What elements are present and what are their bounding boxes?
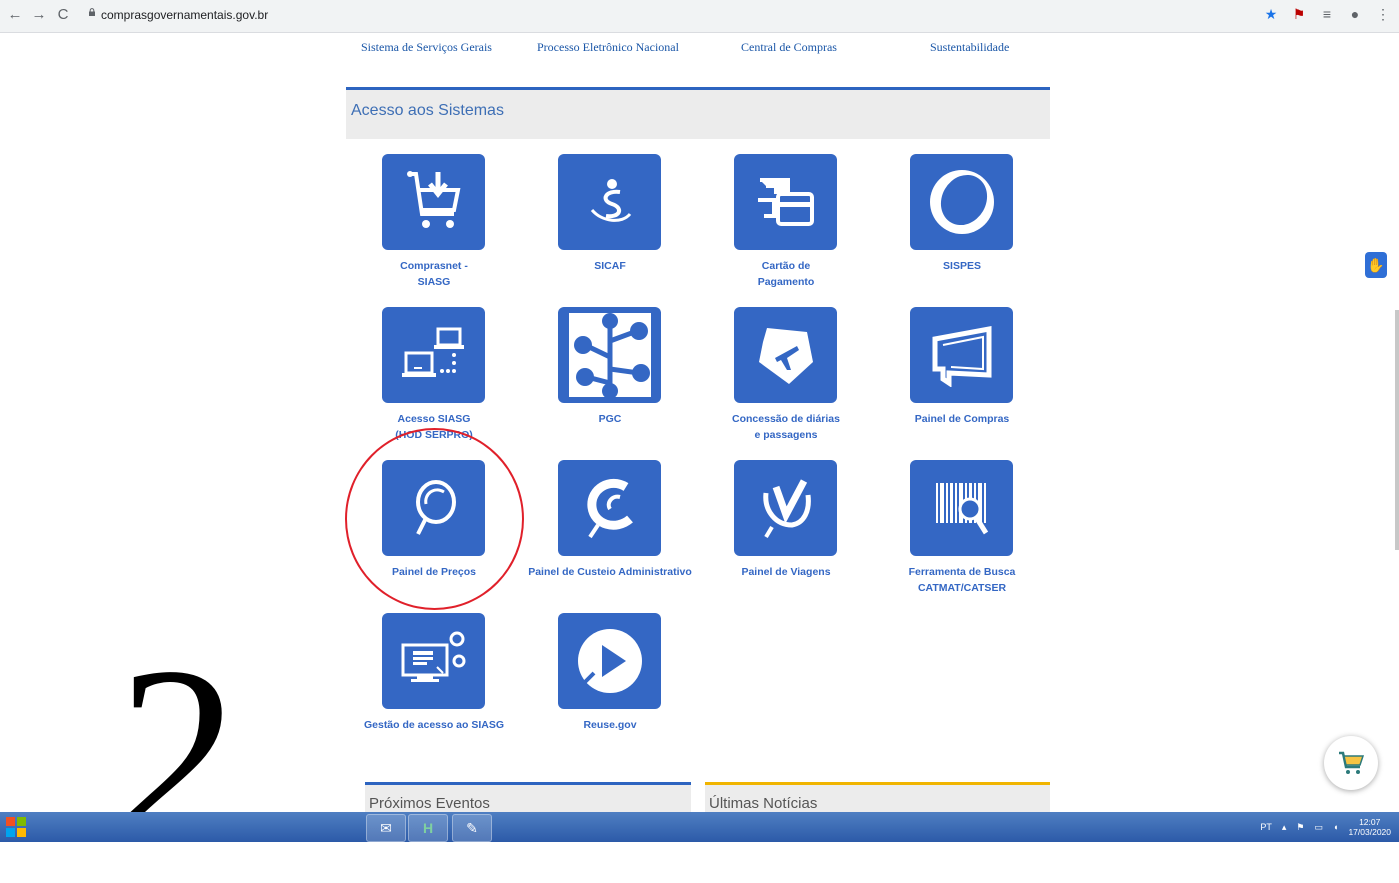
plane-badge-icon[interactable] xyxy=(734,307,837,403)
link-processo-eletronico[interactable]: Processo Eletrônico Nacional xyxy=(537,40,679,55)
proximos-eventos-title: Próximos Eventos xyxy=(369,795,490,812)
address-bar[interactable] xyxy=(86,5,1366,25)
cart-download-icon[interactable] xyxy=(382,154,485,250)
back-button[interactable]: ← xyxy=(6,6,24,24)
sispes-ring-icon[interactable] xyxy=(910,154,1013,250)
url-text: comprasgovernamentais.gov.br xyxy=(101,8,269,22)
sicaf-icon[interactable] xyxy=(558,154,661,250)
link-servicos-gerais[interactable]: Sistema de Serviços Gerais xyxy=(361,40,492,55)
gear-screen-icon[interactable] xyxy=(382,613,485,709)
viagens-icon[interactable] xyxy=(734,460,837,556)
start-icon[interactable] xyxy=(4,815,28,839)
section-title: Acesso aos Sistemas xyxy=(351,102,504,119)
menu-icon[interactable]: ⋮ xyxy=(1375,6,1391,22)
forward-button[interactable]: → xyxy=(30,6,48,24)
link-central-compras[interactable]: Central de Compras xyxy=(741,40,837,55)
clock-time: 12:07 xyxy=(1359,817,1381,827)
tile-label[interactable]: Reuse.gov xyxy=(522,717,698,733)
link-sustentabilidade[interactable]: Sustentabilidade xyxy=(930,40,1009,55)
tray-network-icon[interactable]: ▭ xyxy=(1315,822,1324,833)
proximos-eventos-header: Próximos Eventos xyxy=(365,782,691,815)
cart-float-button[interactable] xyxy=(1324,736,1378,790)
panel-screen-icon[interactable] xyxy=(910,307,1013,403)
tile-label[interactable]: Ferramenta de Busca CATMAT/CATSER xyxy=(874,564,1050,596)
card-payment-icon[interactable] xyxy=(734,154,837,250)
tile-label[interactable]: Comprasnet - SIASG xyxy=(346,258,522,290)
system-tray: PT ▴ ⚑ ▭ ◖ 12:07 17/03/2020 xyxy=(1260,815,1391,839)
taskbar-app-scanner-icon[interactable]: ✉ xyxy=(366,814,406,842)
custeio-icon[interactable] xyxy=(558,460,661,556)
tile-label[interactable]: SISPES xyxy=(874,258,1050,274)
tile-label[interactable]: Painel de Custeio Administrativo xyxy=(522,564,698,580)
tray-volume-icon[interactable]: ◖ xyxy=(1333,822,1338,832)
tile-label[interactable]: Cartão de Pagamento xyxy=(698,258,874,290)
clock-date: 17/03/2020 xyxy=(1348,827,1391,837)
accessibility-hand-icon[interactable]: ✋ xyxy=(1365,252,1387,278)
windows-taskbar: ✉ H ✎ PT ▴ ⚑ ▭ ◖ 12:07 17/03/2020 xyxy=(0,812,1399,842)
cart-icon xyxy=(1339,751,1365,774)
ultimas-noticias-title: Últimas Notícias xyxy=(709,795,818,812)
pgc-tree-icon[interactable] xyxy=(558,307,661,403)
taskbar-app-h-icon[interactable]: H xyxy=(408,814,448,842)
taskbar-app-paint-icon[interactable]: ✎ xyxy=(452,814,492,842)
tray-arrow-icon[interactable]: ▴ xyxy=(1282,822,1287,833)
pdf-extension-icon[interactable]: ⚑ xyxy=(1291,6,1307,22)
ultimas-noticias-header: Últimas Notícias xyxy=(705,782,1050,815)
profile-icon[interactable]: ● xyxy=(1347,6,1363,22)
reading-list-icon[interactable]: ≡ xyxy=(1319,6,1335,22)
annotation-circle xyxy=(345,428,524,610)
tile-label[interactable]: Concessão de diárias e passagens xyxy=(698,411,874,443)
tile-label[interactable]: PGC xyxy=(522,411,698,427)
scrollbar-thumb[interactable] xyxy=(1395,310,1399,550)
top-links: Sistema de Serviços Gerais Processo Elet… xyxy=(346,40,1050,60)
tray-flag-icon[interactable]: ⚑ xyxy=(1296,822,1304,833)
barcode-search-icon[interactable] xyxy=(910,460,1013,556)
clock[interactable]: 12:07 17/03/2020 xyxy=(1348,817,1391,837)
play-icon[interactable] xyxy=(558,613,661,709)
lock-icon xyxy=(89,8,95,16)
bookmark-star-icon[interactable]: ★ xyxy=(1263,6,1279,22)
tile-label[interactable]: Gestão de acesso ao SIASG xyxy=(346,717,522,733)
section-header: Acesso aos Sistemas xyxy=(346,87,1050,139)
language-indicator[interactable]: PT xyxy=(1260,822,1272,832)
network-computers-icon[interactable] xyxy=(382,307,485,403)
reload-button[interactable]: C xyxy=(54,6,72,24)
browser-toolbar: ← → C comprasgovernamentais.gov.br ★ ⚑ ≡… xyxy=(0,0,1399,33)
tile-label[interactable]: Painel de Viagens xyxy=(698,564,874,580)
tile-label[interactable]: Painel de Compras xyxy=(874,411,1050,427)
tile-label[interactable]: SICAF xyxy=(522,258,698,274)
